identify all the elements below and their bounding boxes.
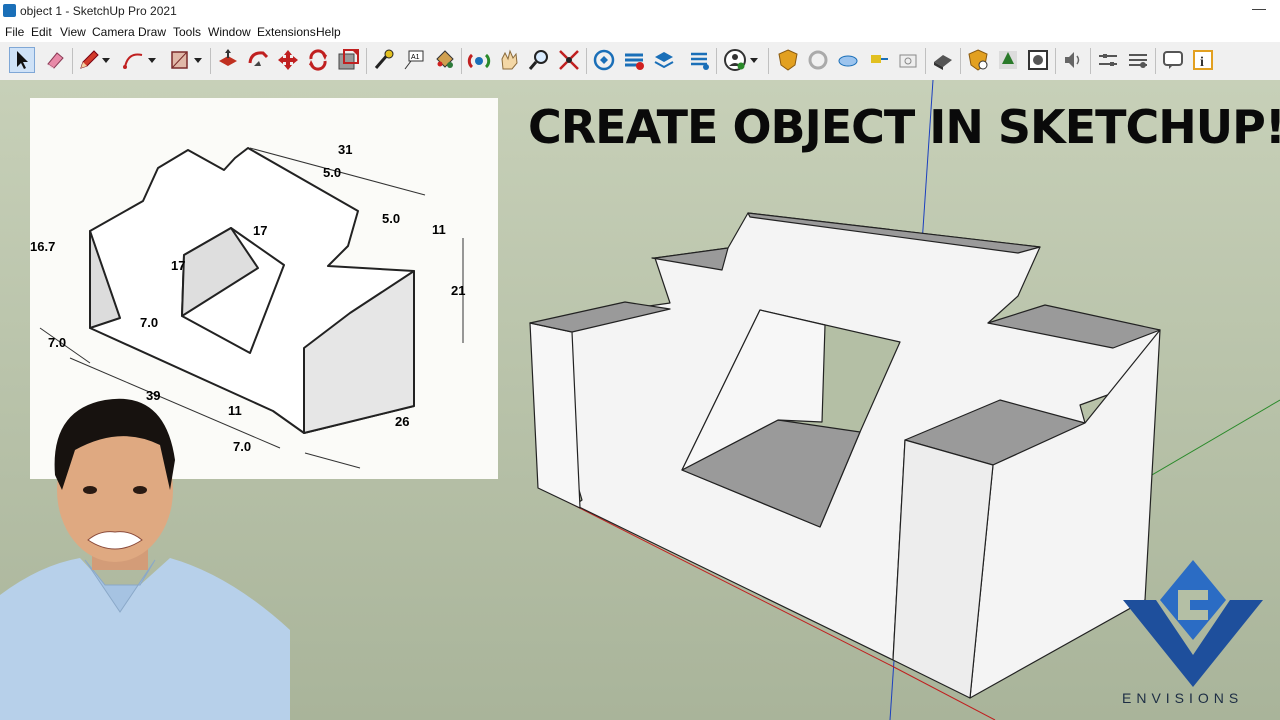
dim-17-left: 17 — [171, 258, 186, 273]
dim-17-top: 17 — [253, 223, 268, 238]
dim-7-0-left: 7.0 — [48, 335, 67, 350]
logo-text: ENVISIONS — [1122, 690, 1244, 706]
video-headline: CREATE OBJECT IN SKETCHUP! — [528, 100, 1280, 154]
presenter-photo — [0, 398, 290, 720]
dim-7-0-inner: 7.0 — [140, 315, 159, 330]
dim-16-7: 16.7 — [30, 239, 56, 254]
envisions-logo — [1123, 560, 1263, 687]
dim-11-top: 11 — [432, 222, 446, 237]
model-left-block — [529, 322, 581, 509]
dim-5-0-top: 5.0 — [323, 165, 342, 180]
dim-26: 26 — [395, 414, 410, 429]
dim-31: 31 — [338, 142, 353, 157]
dim-21: 21 — [451, 283, 466, 298]
dim-5-0-right: 5.0 — [382, 211, 401, 226]
